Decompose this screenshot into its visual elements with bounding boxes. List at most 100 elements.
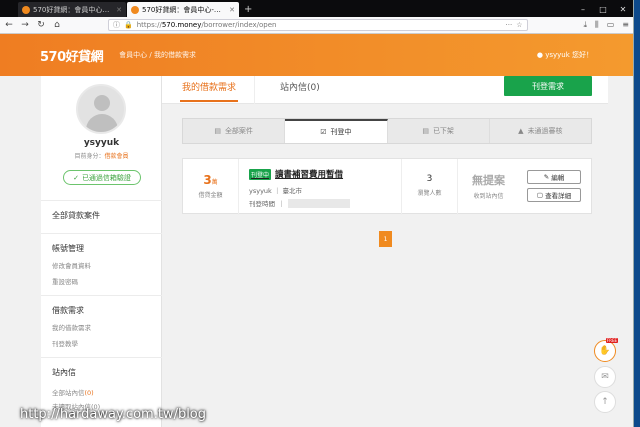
email-verified-label: 已通過信箱驗證 [81, 173, 131, 182]
check-icon: ✓ [73, 173, 79, 182]
sidebar-item-edit-profile[interactable]: 修改會員資料 [52, 260, 162, 270]
warning-icon: ▲ [518, 127, 524, 135]
sidebar-section-title: 借款需求 [52, 306, 84, 315]
status-tabs: ▤ 全部案件 ☑ 刊登中 ▤ 已下架 ▲ 未通過審核 [182, 118, 592, 144]
status-tab-rejected[interactable]: ▲ 未通過審核 [490, 119, 591, 143]
bookmark-star-icon[interactable]: ☆ [516, 21, 522, 29]
tab-divider [254, 76, 255, 104]
view-count-value: 3 [426, 174, 433, 184]
status-tab-removed[interactable]: ▤ 已下架 [388, 119, 490, 143]
offer-count-label: 收到站內信 [473, 193, 504, 200]
sidebar-icon[interactable]: ▭ [607, 20, 615, 30]
arrow-up-icon: ↑ [601, 397, 609, 407]
edit-button-label: 編輯 [551, 174, 565, 182]
reload-icon[interactable]: ↻ [36, 20, 46, 30]
edit-button[interactable]: ✎ 編輯 [527, 170, 581, 184]
tab-my-loans[interactable]: 我的借款需求 [179, 80, 239, 102]
sidebar-section-account: 帳號管理 修改會員資料 重設密碼 [41, 233, 162, 295]
close-window-icon[interactable]: ✕ [613, 5, 633, 14]
loan-city: 臺北市 [282, 187, 302, 195]
browser-toolbar: ⤓ ⫼ ▭ ≡ [584, 20, 630, 30]
new-tab-button[interactable]: + [240, 2, 256, 17]
info-icon[interactable]: ⓘ [113, 20, 120, 30]
sidebar-item-all-messages[interactable]: 全部站內信(0) [52, 387, 162, 397]
loan-date: 刊登時間 ｜ [249, 198, 350, 208]
more-icon[interactable]: ··· [506, 21, 513, 29]
url-scheme: https:// [136, 21, 162, 29]
browser-tab-2[interactable]: 570好貸網：會員中心-我的借款 ✕ [127, 2, 239, 17]
sidebar-username: ysyyuk [83, 138, 120, 148]
scroll-top-button[interactable]: ↑ [594, 391, 616, 413]
status-badge: 刊登中 [249, 168, 272, 180]
menu-icon[interactable]: ≡ [622, 20, 629, 30]
site-logo[interactable]: 570好貸網 [40, 46, 104, 65]
case-actions: ✎ 編輯 ▢ 查看詳細 [527, 170, 581, 206]
sidebar-item-publish-guide[interactable]: 刊登教學 [52, 338, 162, 348]
sidebar-section-loan: 借款需求 我的借款需求 刊登教學 [41, 295, 162, 357]
view-detail-button[interactable]: ▢ 查看詳細 [527, 188, 581, 202]
member-status-value: 借款會員 [104, 153, 129, 160]
redacted-date [287, 198, 350, 208]
minimize-icon[interactable]: – [573, 5, 593, 14]
home-icon[interactable]: ⌂ [52, 20, 62, 30]
back-icon[interactable]: ← [4, 20, 14, 30]
loan-amount-value: 3 [203, 173, 212, 187]
close-tab-icon[interactable]: ✕ [116, 6, 122, 14]
user-greeting[interactable]: ● ysyyuk 您好！ [537, 50, 593, 60]
loan-user: ysyyuk [249, 187, 272, 195]
site-header: 570好貸網 會員中心 / 我的借款需求 ● ysyyuk 您好！ [0, 34, 633, 76]
forward-icon[interactable]: → [20, 20, 30, 30]
loan-meta: ysyyuk ｜ 臺北市 [249, 187, 302, 195]
status-tab-label: 全部案件 [224, 127, 253, 135]
sidebar-item-my-loans[interactable]: 我的借款需求 [52, 322, 162, 332]
sidebar-item-reset-password[interactable]: 重設密碼 [52, 276, 162, 286]
avatar-body-shape [86, 114, 118, 132]
browser-window: 570好貸網：會員中心-我的借款需求 ✕ 570好貸網：會員中心-我的借款 ✕ … [0, 0, 634, 427]
folder-check-icon: ▤ [422, 127, 429, 135]
free-service-button[interactable]: ✋ FREE [594, 338, 618, 362]
sidebar-section-title: 站內信 [52, 368, 76, 377]
download-icon[interactable]: ⤓ [584, 20, 588, 30]
sidebar-item-label: 全部站內信 [52, 389, 85, 397]
member-status: 目前身分：借款會員 [41, 151, 162, 160]
content-area: 我的借款需求 站內信(0) 刊登需求 ▤ 全部案件 ☑ 刊登中 ▤ 已下架 ▲ 未通過審… [162, 76, 608, 427]
member-status-prefix: 目前身分： [74, 153, 105, 160]
sidebar-section-all-cases: 全部貸款案件 [41, 200, 162, 233]
offer-count-value: 無提案 [472, 174, 505, 187]
mail-button[interactable]: ✉ [594, 366, 616, 388]
site-favicon-icon [131, 5, 139, 14]
mail-icon: ✉ [601, 372, 609, 382]
main-area: ysyyuk 目前身分：借款會員 ✓ 已通過信箱驗證 全部貸款案件 帳號管理 修改… [0, 76, 633, 427]
offer-count: 無提案 收到站內信 [457, 159, 519, 215]
library-icon[interactable]: ⫼ [595, 20, 599, 30]
status-tab-all[interactable]: ▤ 全部案件 [183, 119, 286, 143]
loan-info: 刊登中 讀書補習費用暫借 ysyyuk ｜ 臺北市 刊登時間 ｜ [249, 168, 350, 208]
watermark: http://hardaway.com.tw/blog [20, 407, 207, 422]
breadcrumb[interactable]: 會員中心 / 我的借款需求 [119, 50, 196, 60]
status-tab-label: 未通過審核 [527, 127, 563, 135]
browser-tab-bar: 570好貸網：會員中心-我的借款需求 ✕ 570好貸網：會員中心-我的借款 ✕ … [0, 0, 633, 17]
address-bar[interactable]: ⓘ 🔒 https://570.money/borrower/index/ope… [108, 19, 528, 31]
view-count-label: 瀏覽人數 [417, 190, 442, 197]
url-domain: 570.money [161, 21, 202, 29]
browser-tab-1[interactable]: 570好貸網：會員中心-我的借款需求 ✕ [18, 2, 126, 17]
folder-icon: ▤ [214, 127, 221, 135]
view-count: 3 瀏覽人數 [401, 159, 457, 215]
sidebar-item-all-cases[interactable]: 全部貸款案件 [52, 210, 162, 221]
pagination-page-1[interactable]: 1 [379, 231, 392, 247]
status-tab-label: 已下架 [432, 127, 454, 135]
tab-messages[interactable]: 站內信(0) [280, 80, 320, 93]
status-tab-published[interactable]: ☑ 刊登中 [285, 119, 388, 143]
user-greeting-text: ysyyuk 您好！ [545, 51, 593, 59]
loan-date-label: 刊登時間 [249, 200, 275, 208]
sidebar-section-title: 帳號管理 [52, 244, 84, 253]
loan-title-link[interactable]: 讀書補習費用暫借 [275, 168, 343, 180]
browser-tab-label: 570好貸網：會員中心-我的借款 [142, 5, 223, 14]
loan-amount-unit: 萬 [211, 179, 218, 186]
lock-icon: 🔒 [124, 21, 133, 29]
close-tab-icon[interactable]: ✕ [229, 6, 235, 14]
sidebar: ysyyuk 目前身分：借款會員 ✓ 已通過信箱驗證 全部貸款案件 帳號管理 修改… [41, 76, 162, 427]
maximize-icon[interactable]: □ [593, 5, 613, 14]
avatar-head-shape [94, 95, 110, 111]
publish-request-button[interactable]: 刊登需求 [504, 76, 592, 96]
